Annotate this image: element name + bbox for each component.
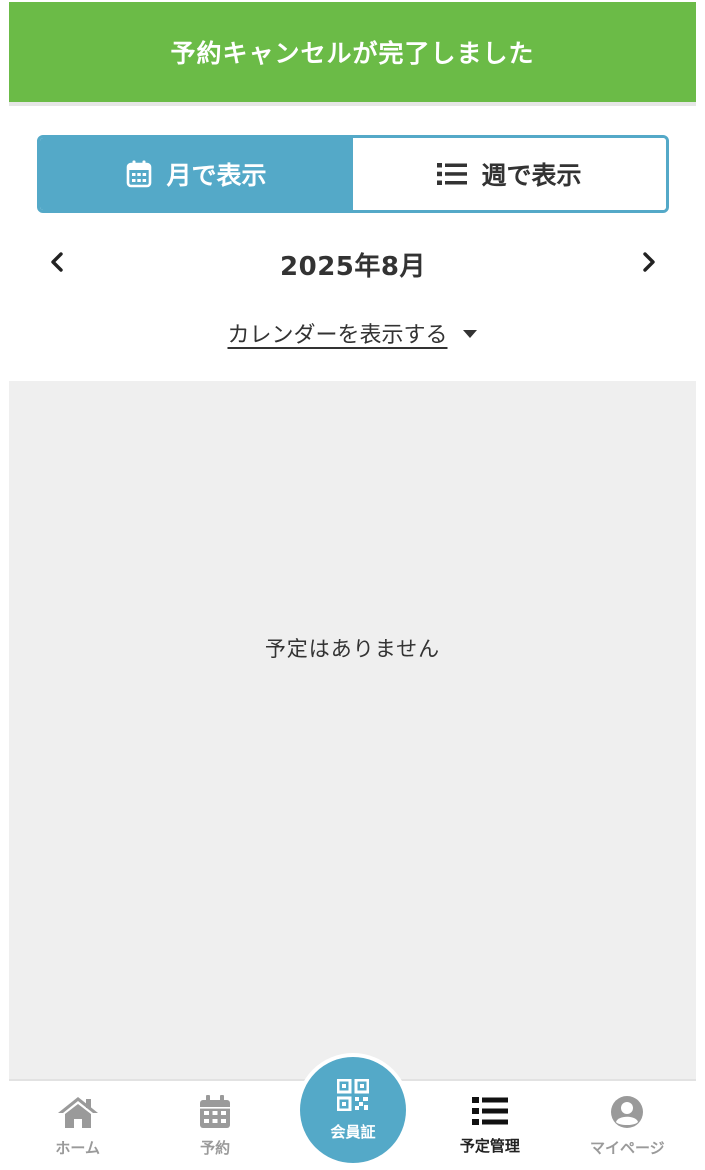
nav-label-home: ホーム — [55, 1139, 100, 1157]
nav-item-home[interactable]: ホーム — [9, 1081, 146, 1170]
nav-item-mypage[interactable]: マイページ — [559, 1081, 696, 1170]
chevron-right-icon — [642, 252, 656, 276]
month-view-button[interactable]: 月で表示 — [40, 138, 353, 210]
home-icon — [57, 1095, 99, 1133]
nav-label-mypage: マイページ — [589, 1139, 665, 1157]
cancel-complete-banner: 予約キャンセルが完了しました — [9, 2, 696, 102]
empty-schedule-message: 予定はありません — [264, 637, 441, 661]
chevron-left-icon — [50, 252, 64, 276]
qr-code-icon — [336, 1078, 370, 1115]
member-card-label: 会員証 — [330, 1122, 376, 1141]
banner-shadow — [9, 102, 696, 106]
prev-month-button[interactable] — [37, 240, 77, 288]
nav-item-reservation[interactable]: 予約 — [146, 1081, 283, 1170]
member-card-button-ring: 会員証 — [296, 1053, 410, 1167]
nav-label-reservation: 予約 — [200, 1139, 231, 1157]
view-toggle: 月で表示 週で表示 — [37, 135, 669, 213]
member-card-button[interactable]: 会員証 — [300, 1057, 406, 1163]
list-icon — [471, 1095, 508, 1131]
show-calendar-toggle[interactable]: カレンダーを表示する — [0, 315, 705, 351]
next-month-button[interactable] — [629, 240, 669, 288]
show-calendar-label: カレンダーを表示する — [227, 323, 448, 348]
calendar-icon — [199, 1095, 231, 1133]
user-icon — [610, 1095, 644, 1133]
caret-down-icon — [462, 324, 478, 343]
schedule-list-area: 予定はありません — [9, 381, 696, 1081]
calendar-icon — [126, 160, 152, 188]
nav-label-schedule: 予定管理 — [459, 1137, 520, 1155]
list-icon — [437, 162, 468, 186]
week-view-label: 週で表示 — [481, 161, 582, 190]
banner-message: 予約キャンセルが完了しました — [170, 39, 535, 68]
month-view-label: 月で表示 — [166, 161, 267, 190]
nav-item-schedule[interactable]: 予定管理 — [421, 1081, 558, 1170]
month-navigation: 2025年8月 — [37, 240, 669, 288]
week-view-button[interactable]: 週で表示 — [353, 138, 666, 210]
current-month-title: 2025年8月 — [280, 251, 426, 282]
